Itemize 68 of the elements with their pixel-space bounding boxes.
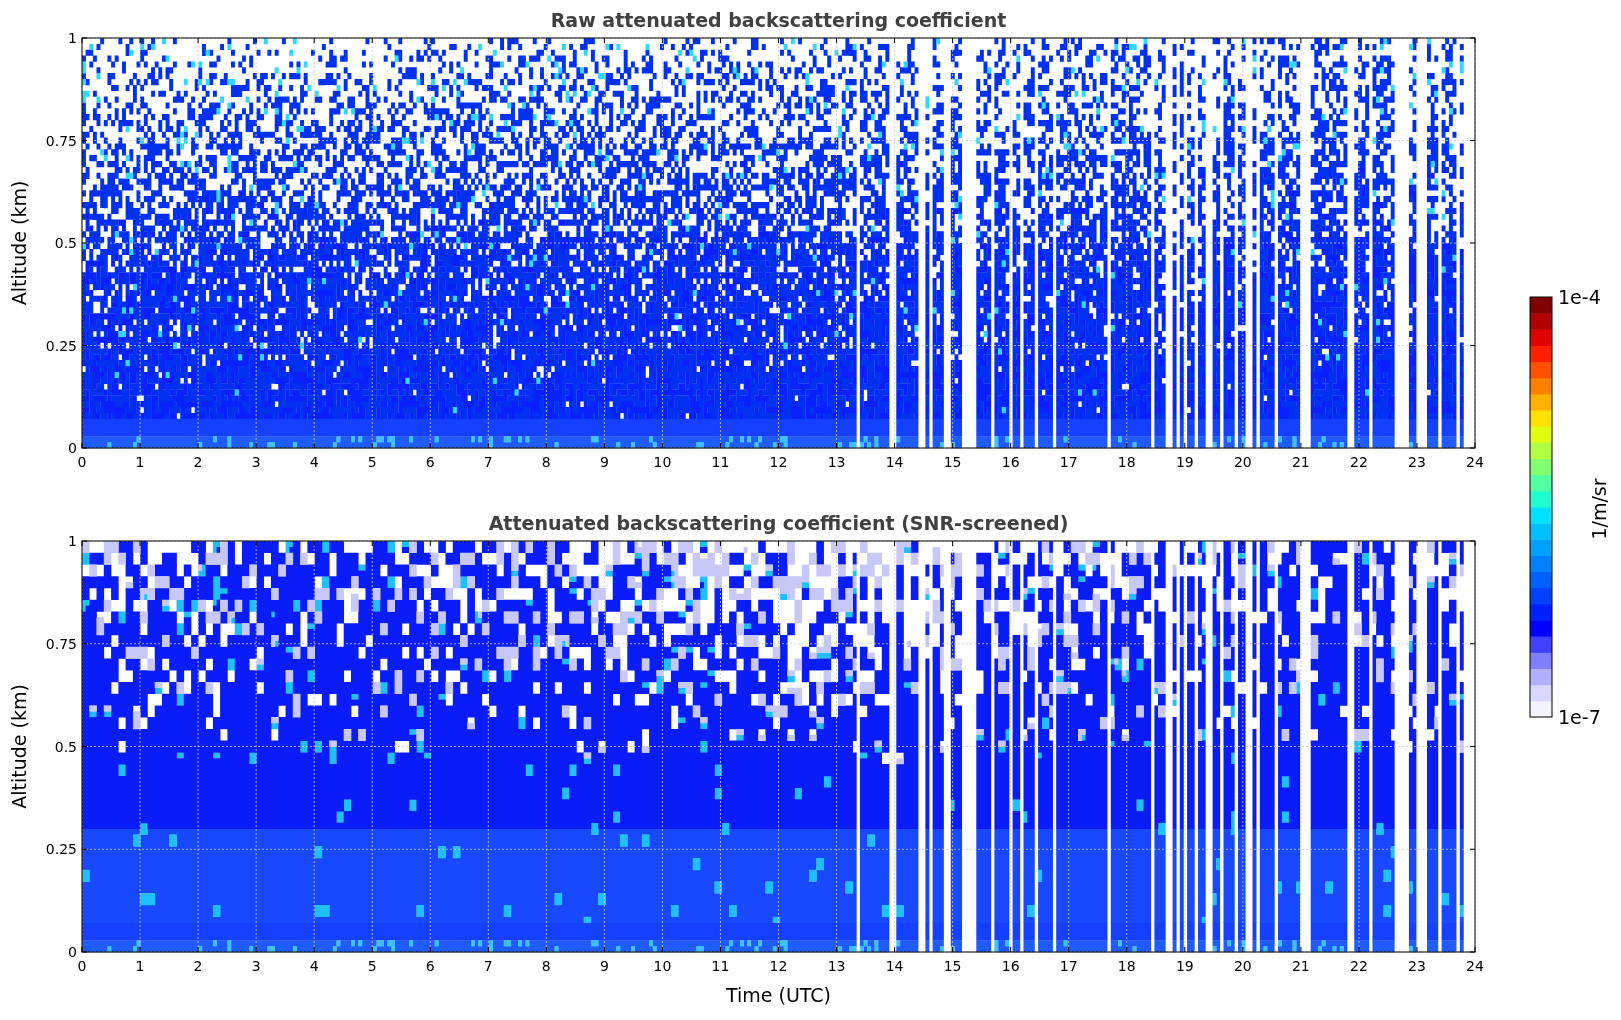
- x-tick-label: 21: [1291, 958, 1310, 974]
- x-tick-label: 22: [1350, 958, 1368, 974]
- y-tick-label: 0.5: [54, 235, 77, 251]
- x-tick-label: 9: [599, 958, 609, 974]
- x-tick-label: 20: [1233, 454, 1252, 470]
- x-tick-label: 4: [309, 958, 319, 974]
- x-tick-label: 19: [1175, 958, 1194, 974]
- x-tick-label: 22: [1350, 454, 1368, 470]
- y-tick-label: 0: [68, 440, 77, 456]
- x-tick-label: 5: [367, 454, 377, 470]
- colorbar-min-label: 1e-7: [1558, 706, 1601, 728]
- y-tick-label: 0.25: [45, 337, 77, 354]
- x-tick-label: 6: [425, 958, 435, 974]
- y-tick-label: 0: [68, 944, 77, 960]
- x-tick-label: 18: [1117, 958, 1136, 974]
- x-tick-label: 1: [135, 454, 145, 470]
- colorbar-unit-label: 1/m/sr: [1588, 478, 1610, 540]
- x-tick-label: 13: [827, 958, 846, 974]
- x-tick-label: 2: [193, 454, 203, 470]
- y-tick-label: 0.25: [45, 841, 77, 858]
- x-tick-label: 24: [1466, 454, 1484, 470]
- x-tick-label: 10: [653, 454, 672, 470]
- x-tick-label: 15: [943, 454, 962, 470]
- x-tick-label: 2: [193, 958, 203, 974]
- x-tick-label: 7: [483, 958, 493, 974]
- x-tick-label: 3: [251, 454, 261, 470]
- x-tick-label: 7: [483, 454, 493, 470]
- x-tick-label: 4: [309, 454, 319, 470]
- y-tick-label: 0.75: [45, 635, 77, 652]
- x-tick-label: 14: [885, 958, 904, 974]
- x-tick-label: 15: [943, 958, 962, 974]
- x-tick-label: 11: [711, 454, 730, 470]
- x-axis-label: Time (UTC): [726, 984, 831, 1006]
- x-tick-label: 16: [1001, 958, 1020, 974]
- x-tick-label: 24: [1466, 958, 1484, 974]
- x-tick-label: 14: [885, 454, 904, 470]
- x-tick-label: 23: [1408, 958, 1426, 974]
- x-tick-label: 9: [599, 454, 609, 470]
- x-tick-label: 19: [1175, 454, 1194, 470]
- x-tick-label: 20: [1233, 958, 1252, 974]
- y-tick-label: 0.75: [45, 132, 77, 149]
- chart-title: Raw attenuated backscattering coefficient: [550, 9, 1007, 31]
- x-tick-label: 3: [251, 958, 261, 974]
- y-axis-label: Altitude (km): [8, 180, 30, 306]
- x-tick-label: 1: [135, 958, 145, 974]
- x-tick-label: 17: [1059, 454, 1078, 470]
- x-tick-label: 0: [77, 454, 87, 470]
- x-tick-label: 13: [827, 454, 846, 470]
- x-tick-label: 8: [541, 958, 551, 974]
- chart-title: Attenuated backscattering coefficient (SNR-screened): [488, 512, 1069, 534]
- y-tick-label: 1: [68, 533, 77, 549]
- x-tick-label: 12: [769, 958, 788, 974]
- x-tick-label: 6: [425, 454, 435, 470]
- y-tick-label: 0.5: [54, 738, 77, 755]
- x-tick-label: 12: [769, 454, 788, 470]
- x-tick-label: 10: [653, 958, 672, 974]
- y-axis-label: Altitude (km): [8, 684, 30, 809]
- x-tick-label: 18: [1117, 454, 1136, 470]
- x-tick-label: 8: [541, 454, 551, 470]
- x-tick-label: 0: [77, 958, 87, 974]
- y-tick-label: 1: [68, 30, 77, 46]
- x-tick-label: 11: [711, 958, 730, 974]
- colorbar-max-label: 1e-4: [1558, 286, 1601, 308]
- x-tick-label: 17: [1059, 958, 1078, 974]
- x-tick-label: 23: [1408, 454, 1426, 470]
- x-tick-label: 21: [1291, 454, 1310, 470]
- x-tick-label: 16: [1001, 454, 1020, 470]
- x-tick-label: 5: [367, 958, 377, 974]
